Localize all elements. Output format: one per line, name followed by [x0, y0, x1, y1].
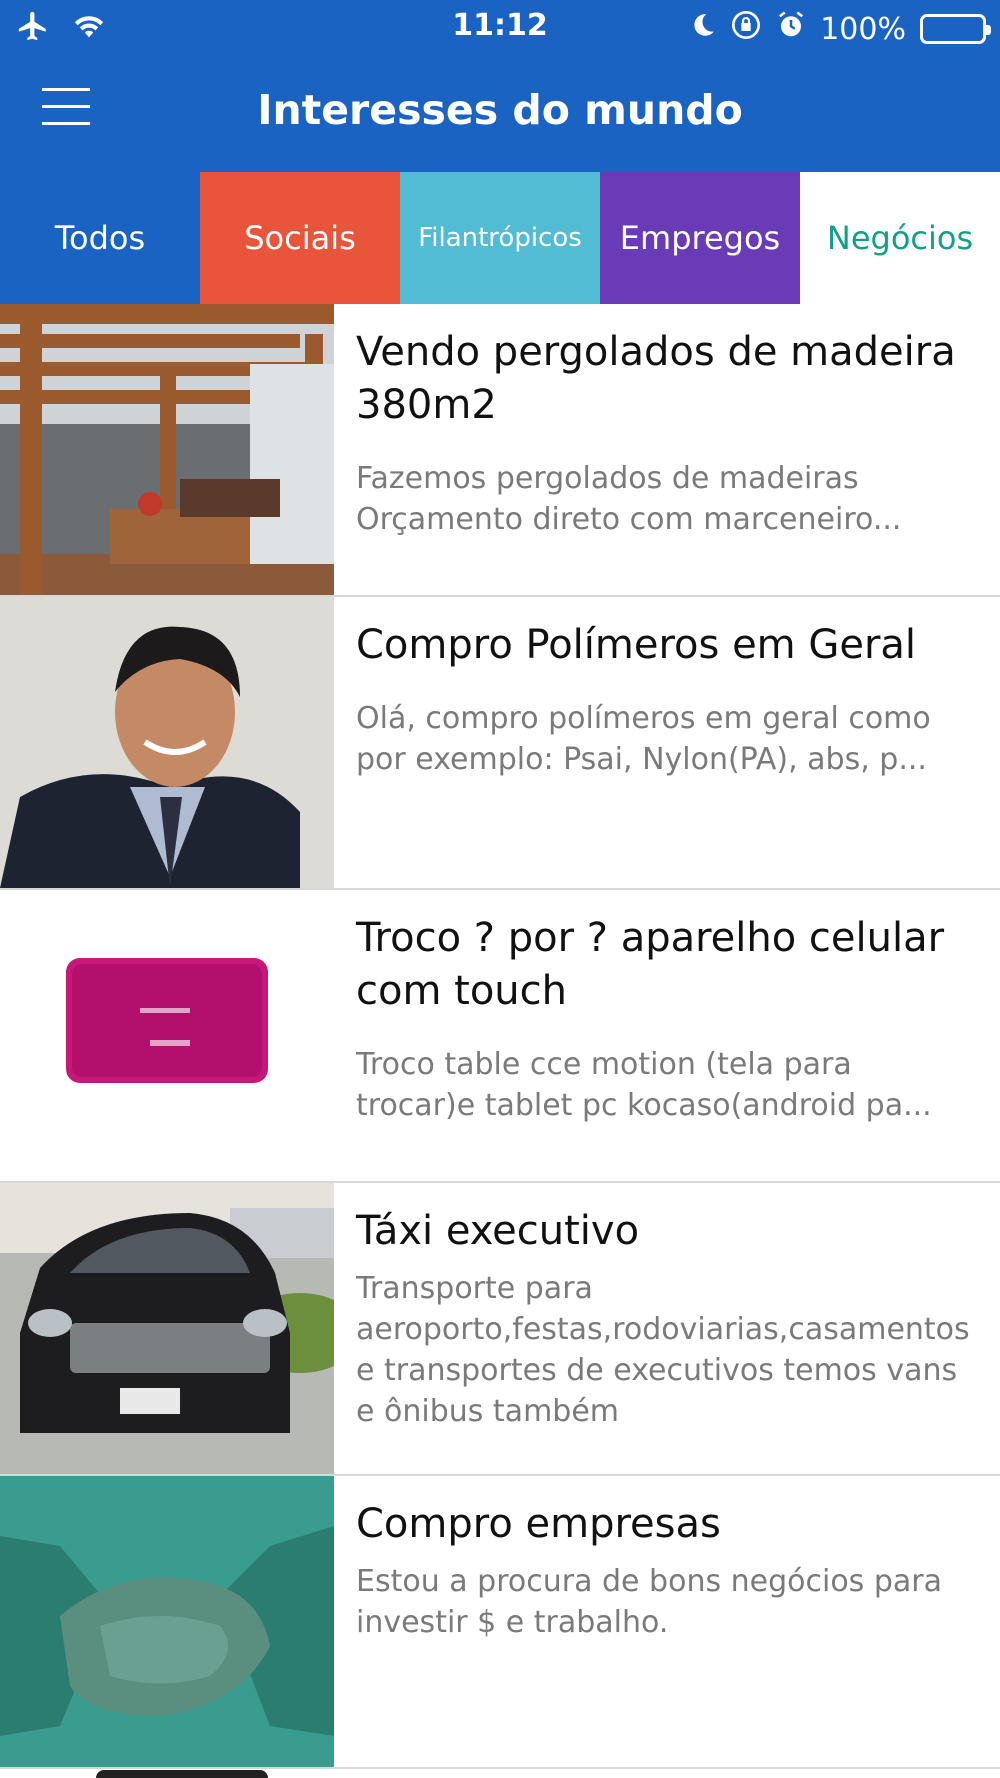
category-tabs: Todos Sociais Filantrópicos Empregos Neg… [0, 172, 1000, 304]
list-item[interactable]: Compro Polímeros em Geral Olá, compro po… [0, 597, 1000, 890]
pink-tablet-photo [0, 890, 334, 1181]
item-description: Fazemos pergolados de madeiras Orçamento… [356, 461, 902, 537]
handshake-photo [0, 1476, 334, 1767]
page-title: Interesses do mundo [257, 86, 743, 134]
item-title: Troco ? por ? aparelho celular com touch [356, 915, 945, 1014]
man-in-suit-photo [0, 597, 334, 888]
app-header: 11:12 100% Interesses do mundo [0, 0, 1000, 172]
item-title: Compro Polímeros em Geral [356, 622, 917, 668]
list-item[interactable]: Vendo pergolados de madeira 380m2 Fazemo… [0, 304, 1000, 597]
tab-todos[interactable]: Todos [0, 172, 200, 304]
battery-icon [920, 14, 991, 44]
tab-filantropicos[interactable]: Filantrópicos [400, 172, 600, 304]
item-description: Troco table cce motion (tela para trocar… [356, 1047, 932, 1123]
item-title: Táxi executivo [356, 1208, 640, 1254]
list-item[interactable]: Táxi executivo Transporte para aeroporto… [0, 1183, 1000, 1476]
item-description: Estou a procura de bons negócios para in… [356, 1564, 942, 1640]
item-title: Vendo pergolados de madeira 380m2 [356, 329, 956, 428]
list-item[interactable]: Compro empresas Estou a procura de bons … [0, 1476, 1000, 1769]
black-car-photo [0, 1183, 334, 1474]
battery-percent: 100% [820, 11, 906, 47]
moon-icon [690, 11, 716, 47]
rotation-lock-icon [730, 9, 762, 49]
tab-empregos[interactable]: Empregos [600, 172, 800, 304]
tab-negocios[interactable]: Negócios [800, 172, 1000, 304]
listing-list: Vendo pergolados de madeira 380m2 Fazemo… [0, 304, 1000, 1769]
alarm-icon [776, 10, 806, 48]
tab-sociais[interactable]: Sociais [200, 172, 400, 304]
scroll-indicator [96, 1770, 268, 1778]
list-item[interactable]: Troco ? por ? aparelho celular com touch… [0, 890, 1000, 1183]
item-description: Transporte para aeroporto,festas,rodovia… [356, 1271, 970, 1429]
wooden-pergola-photo [0, 304, 334, 595]
item-title: Compro empresas [356, 1501, 721, 1547]
nav-bar: Interesses do mundo [0, 56, 1000, 172]
status-bar: 11:12 100% [0, 0, 1000, 56]
item-description: Olá, compro polímeros em geral como por … [356, 701, 931, 777]
